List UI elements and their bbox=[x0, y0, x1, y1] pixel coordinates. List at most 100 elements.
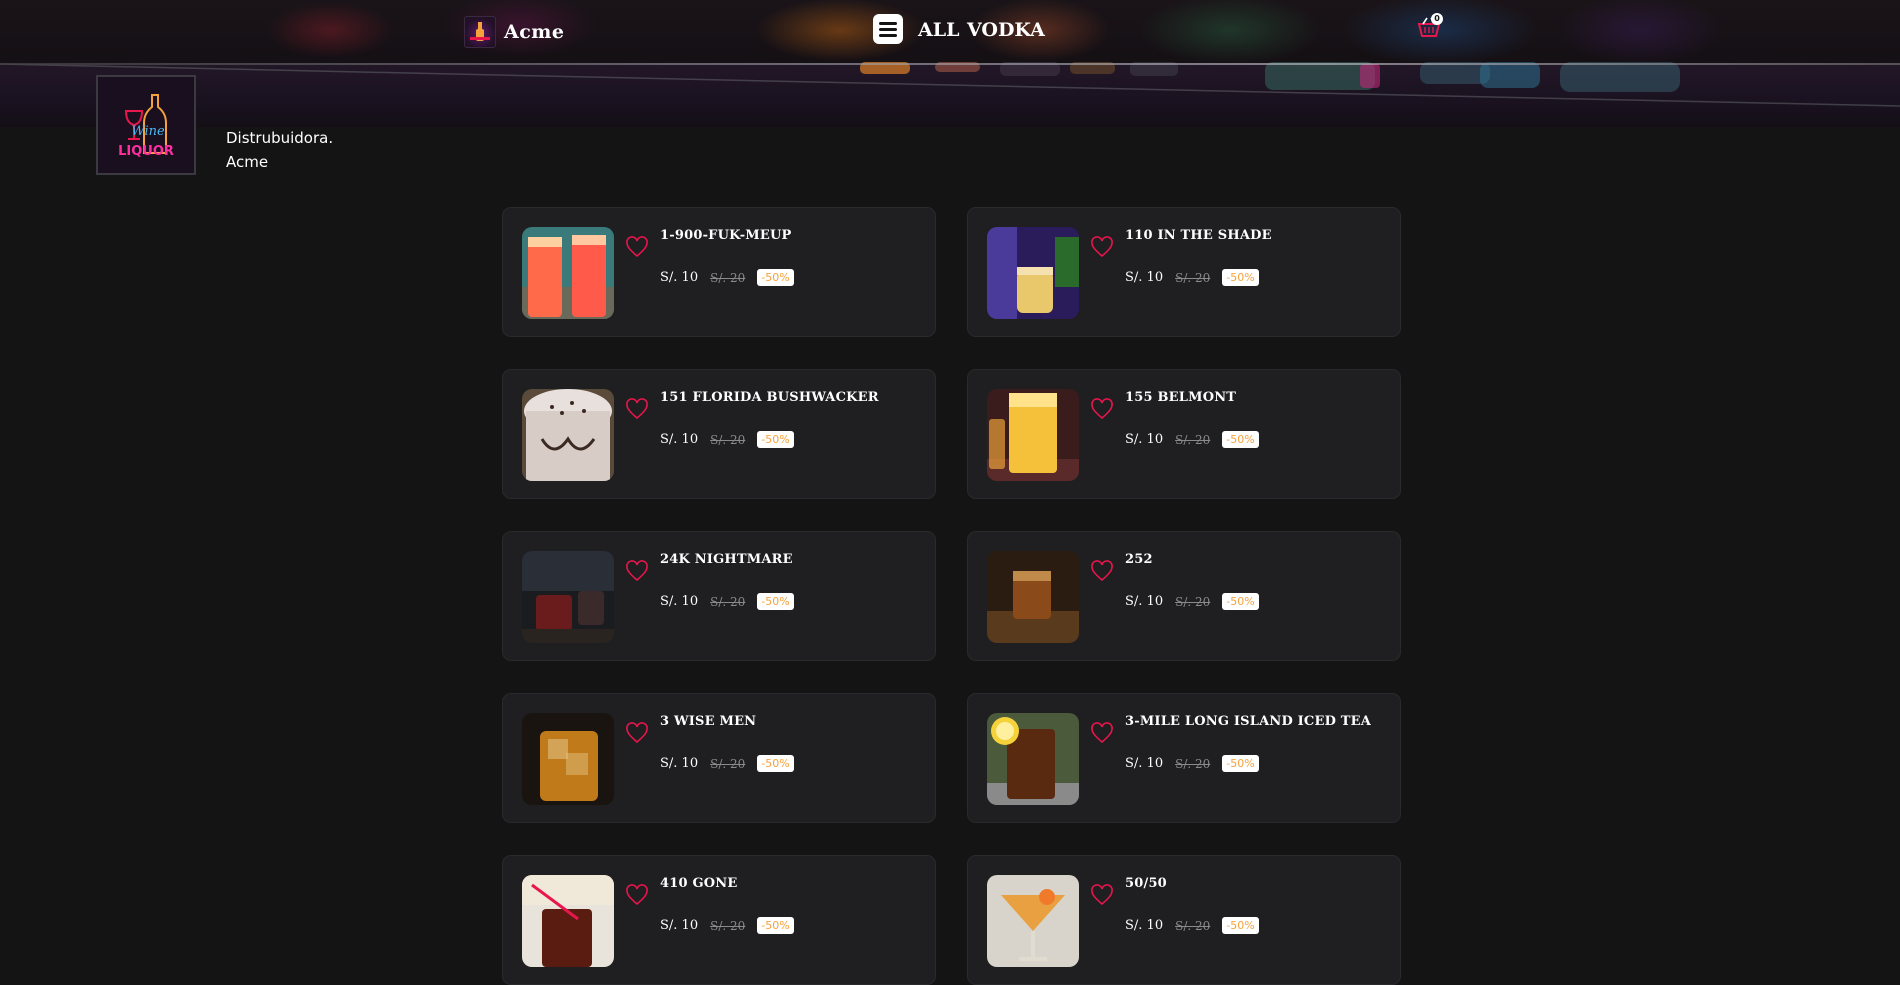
heart-icon[interactable] bbox=[1090, 883, 1114, 907]
product-name[interactable]: 110 IN THE SHADE bbox=[1125, 228, 1272, 243]
yellow-cocktail-thumbnail[interactable] bbox=[987, 227, 1079, 319]
product-old-price: S/. 20 bbox=[1175, 756, 1211, 771]
whiskey-rocks-thumbnail[interactable] bbox=[522, 713, 614, 805]
product-card[interactable]: 24K NIGHTMARE S/. 10 S/. 20 -50% bbox=[502, 531, 936, 661]
product-old-price: S/. 20 bbox=[1175, 432, 1211, 447]
product-price: S/. 10 bbox=[660, 756, 699, 771]
product-price: S/. 10 bbox=[1125, 756, 1164, 771]
product-card[interactable]: 3-MILE LONG ISLAND ICED TEA S/. 10 S/. 2… bbox=[967, 693, 1401, 823]
price-row: S/. 10 S/. 20 -50% bbox=[1125, 755, 1259, 772]
product-card[interactable]: 410 GONE S/. 10 S/. 20 -50% bbox=[502, 855, 936, 985]
product-card[interactable]: 50/50 S/. 10 S/. 20 -50% bbox=[967, 855, 1401, 985]
menu-bar-icon bbox=[879, 22, 897, 25]
price-row: S/. 10 S/. 20 -50% bbox=[660, 431, 794, 448]
product-price: S/. 10 bbox=[660, 270, 699, 285]
company-line-2: Acme bbox=[226, 153, 269, 171]
product-card[interactable]: 252 S/. 10 S/. 20 -50% bbox=[967, 531, 1401, 661]
product-name[interactable]: 252 bbox=[1125, 552, 1153, 567]
product-name[interactable]: 155 BELMONT bbox=[1125, 390, 1236, 405]
heart-icon[interactable] bbox=[625, 235, 649, 259]
cart-count-badge: 0 bbox=[1431, 13, 1443, 25]
product-price: S/. 10 bbox=[1125, 594, 1164, 609]
price-row: S/. 10 S/. 20 -50% bbox=[660, 917, 794, 934]
brand-link[interactable]: Acme bbox=[464, 16, 565, 48]
product-old-price: S/. 20 bbox=[710, 270, 746, 285]
price-row: S/. 10 S/. 20 -50% bbox=[1125, 431, 1259, 448]
company-logo: Wine LIQUOR bbox=[96, 75, 196, 175]
product-name[interactable]: 1-900-FUK-MEUP bbox=[660, 228, 792, 243]
discount-badge: -50% bbox=[757, 593, 794, 610]
product-price: S/. 10 bbox=[1125, 918, 1164, 933]
nav-link-all[interactable]: ALL bbox=[918, 19, 959, 41]
discount-badge: -50% bbox=[757, 917, 794, 934]
nav-link-vodka[interactable]: VODKA bbox=[967, 19, 1045, 41]
product-name[interactable]: 3 WISE MEN bbox=[660, 714, 756, 729]
discount-badge: -50% bbox=[1222, 917, 1259, 934]
product-name[interactable]: 50/50 bbox=[1125, 876, 1167, 891]
product-old-price: S/. 20 bbox=[1175, 918, 1211, 933]
product-price: S/. 10 bbox=[660, 594, 699, 609]
hero-divider bbox=[0, 63, 1900, 65]
product-old-price: S/. 20 bbox=[1175, 594, 1211, 609]
product-card[interactable]: 1-900-FUK-MEUP S/. 10 S/. 20 -50% bbox=[502, 207, 936, 337]
orange-highball-thumbnail[interactable] bbox=[987, 389, 1079, 481]
product-name[interactable]: 151 FLORIDA BUSHWACKER bbox=[660, 390, 879, 405]
discount-badge: -50% bbox=[757, 755, 794, 772]
product-card[interactable]: 151 FLORIDA BUSHWACKER S/. 10 S/. 20 -50… bbox=[502, 369, 936, 499]
hamburger-menu-button[interactable] bbox=[873, 14, 903, 44]
product-card[interactable]: 155 BELMONT S/. 10 S/. 20 -50% bbox=[967, 369, 1401, 499]
cream-drink-thumbnail[interactable] bbox=[522, 389, 614, 481]
product-card[interactable]: 3 WISE MEN S/. 10 S/. 20 -50% bbox=[502, 693, 936, 823]
product-card[interactable]: 110 IN THE SHADE S/. 10 S/. 20 -50% bbox=[967, 207, 1401, 337]
cola-glass-thumbnail[interactable] bbox=[522, 875, 614, 967]
product-name[interactable]: 410 GONE bbox=[660, 876, 737, 891]
heart-icon[interactable] bbox=[1090, 235, 1114, 259]
discount-badge: -50% bbox=[1222, 755, 1259, 772]
whiskey-shot-thumbnail[interactable] bbox=[987, 551, 1079, 643]
top-navbar: Acme ALL VODKA 0 bbox=[0, 0, 1900, 63]
product-price: S/. 10 bbox=[1125, 270, 1164, 285]
discount-badge: -50% bbox=[1222, 593, 1259, 610]
iced-tea-thumbnail[interactable] bbox=[987, 713, 1079, 805]
discount-badge: -50% bbox=[757, 431, 794, 448]
price-row: S/. 10 S/. 20 -50% bbox=[660, 593, 794, 610]
brand-name: Acme bbox=[504, 21, 565, 43]
heart-icon[interactable] bbox=[625, 883, 649, 907]
brand-logo-icon bbox=[464, 16, 496, 48]
price-row: S/. 10 S/. 20 -50% bbox=[1125, 269, 1259, 286]
product-old-price: S/. 20 bbox=[1175, 270, 1211, 285]
dark-shot-thumbnail[interactable] bbox=[522, 551, 614, 643]
company-info: Distrubuidora. Acme bbox=[226, 126, 333, 174]
price-row: S/. 10 S/. 20 -50% bbox=[1125, 917, 1259, 934]
discount-badge: -50% bbox=[757, 269, 794, 286]
price-row: S/. 10 S/. 20 -50% bbox=[1125, 593, 1259, 610]
product-grid: 1-900-FUK-MEUP S/. 10 S/. 20 -50% 110 IN… bbox=[502, 207, 1401, 985]
menu-bar-icon bbox=[879, 34, 897, 37]
heart-icon[interactable] bbox=[625, 721, 649, 745]
svg-text:LIQUOR: LIQUOR bbox=[118, 144, 174, 159]
product-old-price: S/. 20 bbox=[710, 594, 746, 609]
price-row: S/. 10 S/. 20 -50% bbox=[660, 755, 794, 772]
product-name[interactable]: 24K NIGHTMARE bbox=[660, 552, 793, 567]
heart-icon[interactable] bbox=[1090, 559, 1114, 583]
price-row: S/. 10 S/. 20 -50% bbox=[660, 269, 794, 286]
product-price: S/. 10 bbox=[660, 432, 699, 447]
product-price: S/. 10 bbox=[1125, 432, 1164, 447]
martini-thumbnail[interactable] bbox=[987, 875, 1079, 967]
product-name[interactable]: 3-MILE LONG ISLAND ICED TEA bbox=[1125, 714, 1371, 729]
company-line-1: Distrubuidora. bbox=[226, 129, 334, 147]
red-cocktail-thumbnail[interactable] bbox=[522, 227, 614, 319]
discount-badge: -50% bbox=[1222, 431, 1259, 448]
product-old-price: S/. 20 bbox=[710, 918, 746, 933]
heart-icon[interactable] bbox=[1090, 397, 1114, 421]
svg-text:Wine: Wine bbox=[131, 124, 165, 139]
menu-bar-icon bbox=[879, 28, 897, 31]
product-old-price: S/. 20 bbox=[710, 432, 746, 447]
product-price: S/. 10 bbox=[660, 918, 699, 933]
heart-icon[interactable] bbox=[625, 397, 649, 421]
hero-glasses-image bbox=[0, 62, 1900, 107]
heart-icon[interactable] bbox=[625, 559, 649, 583]
discount-badge: -50% bbox=[1222, 269, 1259, 286]
product-old-price: S/. 20 bbox=[710, 756, 746, 771]
heart-icon[interactable] bbox=[1090, 721, 1114, 745]
